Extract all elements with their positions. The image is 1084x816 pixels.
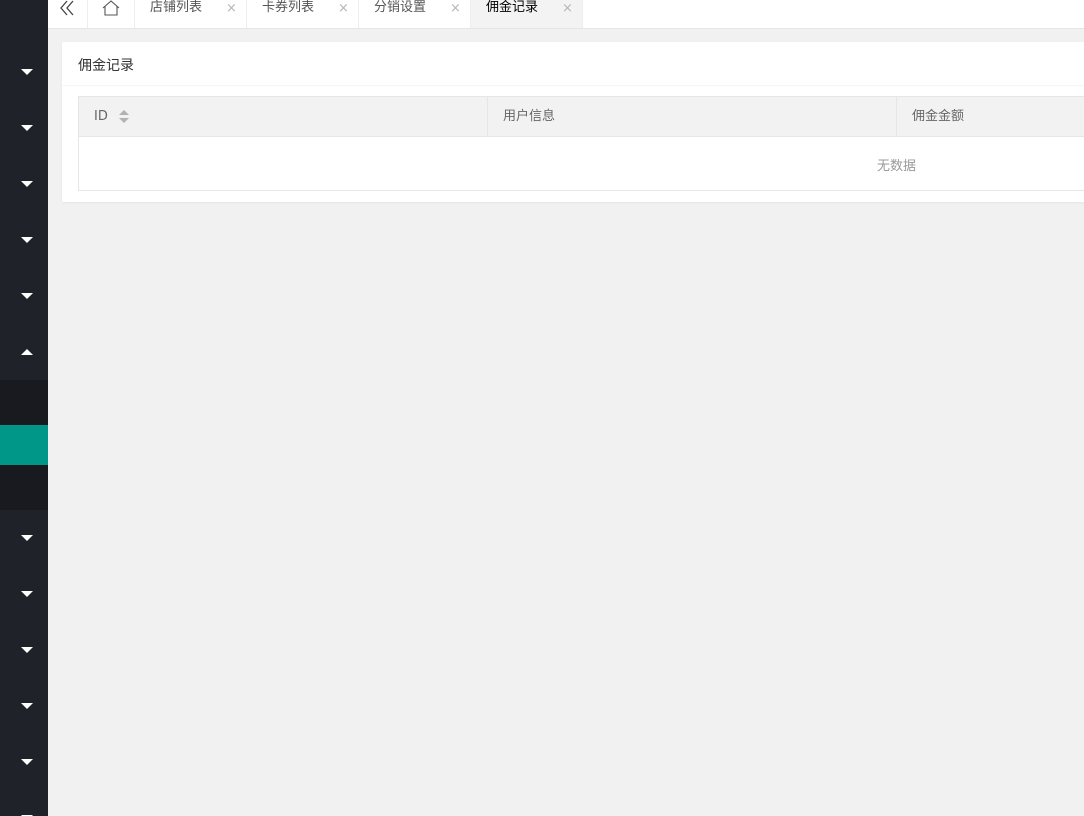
close-icon[interactable]: ×	[450, 0, 461, 18]
sidebar-menu-item-9[interactable]	[0, 622, 48, 678]
chevron-down-icon	[21, 69, 33, 75]
chevron-down-icon	[21, 535, 33, 541]
sidebar-menu-item-12[interactable]	[0, 790, 48, 816]
close-icon[interactable]: ×	[226, 0, 237, 18]
chevron-down-icon	[21, 703, 33, 709]
column-header-user-info: 用户信息	[488, 97, 897, 136]
close-icon[interactable]: ×	[338, 0, 349, 18]
tab-label: 店铺列表	[150, 0, 203, 15]
chevron-up-icon	[21, 349, 33, 355]
chevron-down-icon	[21, 237, 33, 243]
sidebar-menu-item-7[interactable]	[0, 510, 48, 566]
sidebar-menu-item-6-expanded[interactable]	[0, 324, 48, 380]
sidebar-menu-item-1[interactable]	[0, 44, 48, 100]
tab-label: 卡券列表	[262, 0, 315, 15]
table-header: ID 用户信息 佣金金额	[79, 97, 1084, 137]
sidebar-submenu	[0, 380, 48, 510]
column-label: 用户信息	[503, 109, 556, 124]
column-header-id[interactable]: ID	[79, 97, 488, 136]
card-title: 佣金记录	[78, 58, 134, 74]
sidebar-menu-item-2[interactable]	[0, 100, 48, 156]
content-card: 佣金记录 ID 用户信息 佣金金额 无数据	[62, 42, 1084, 202]
tab-label: 分销设置	[374, 0, 427, 15]
empty-state-text: 无数据	[877, 159, 917, 174]
tab-shop-list[interactable]: 店铺列表 ×	[135, 0, 247, 28]
sidebar-menu-item-10[interactable]	[0, 678, 48, 734]
home-icon	[102, 0, 120, 16]
sidebar-submenu-item-active[interactable]	[0, 425, 48, 465]
tab-bar: 店铺列表 × 卡券列表 × 分销设置 × 佣金记录 ×	[48, 0, 1084, 29]
sidebar-menu-item-3[interactable]	[0, 156, 48, 212]
sort-icon[interactable]	[119, 110, 129, 124]
chevron-down-icon	[21, 125, 33, 131]
collapse-tabs-button[interactable]	[48, 0, 88, 28]
commission-table: ID 用户信息 佣金金额 无数据	[78, 96, 1084, 191]
card-header: 佣金记录	[62, 42, 1084, 86]
sidebar-menu-item-11[interactable]	[0, 734, 48, 790]
close-icon[interactable]: ×	[562, 0, 573, 18]
chevron-down-icon	[21, 591, 33, 597]
double-chevron-left-icon	[60, 0, 74, 16]
sidebar-submenu-item-3[interactable]	[0, 465, 48, 510]
column-label: ID	[94, 109, 108, 124]
tab-coupon-list[interactable]: 卡券列表 ×	[247, 0, 359, 28]
chevron-down-icon	[21, 293, 33, 299]
sidebar-menu-item-4[interactable]	[0, 212, 48, 268]
chevron-down-icon	[21, 759, 33, 765]
tab-label: 佣金记录	[486, 0, 539, 15]
column-header-commission-amount: 佣金金额	[897, 97, 1084, 136]
home-tab[interactable]	[87, 0, 135, 28]
tab-commission-records[interactable]: 佣金记录 ×	[471, 0, 583, 28]
column-label: 佣金金额	[912, 109, 965, 124]
tab-distribution-settings[interactable]: 分销设置 ×	[359, 0, 471, 28]
sidebar-submenu-item-1[interactable]	[0, 380, 48, 425]
sidebar	[0, 0, 48, 816]
sidebar-menu-item-5[interactable]	[0, 268, 48, 324]
chevron-down-icon	[21, 647, 33, 653]
sidebar-menu-item-8[interactable]	[0, 566, 48, 622]
chevron-down-icon	[21, 181, 33, 187]
